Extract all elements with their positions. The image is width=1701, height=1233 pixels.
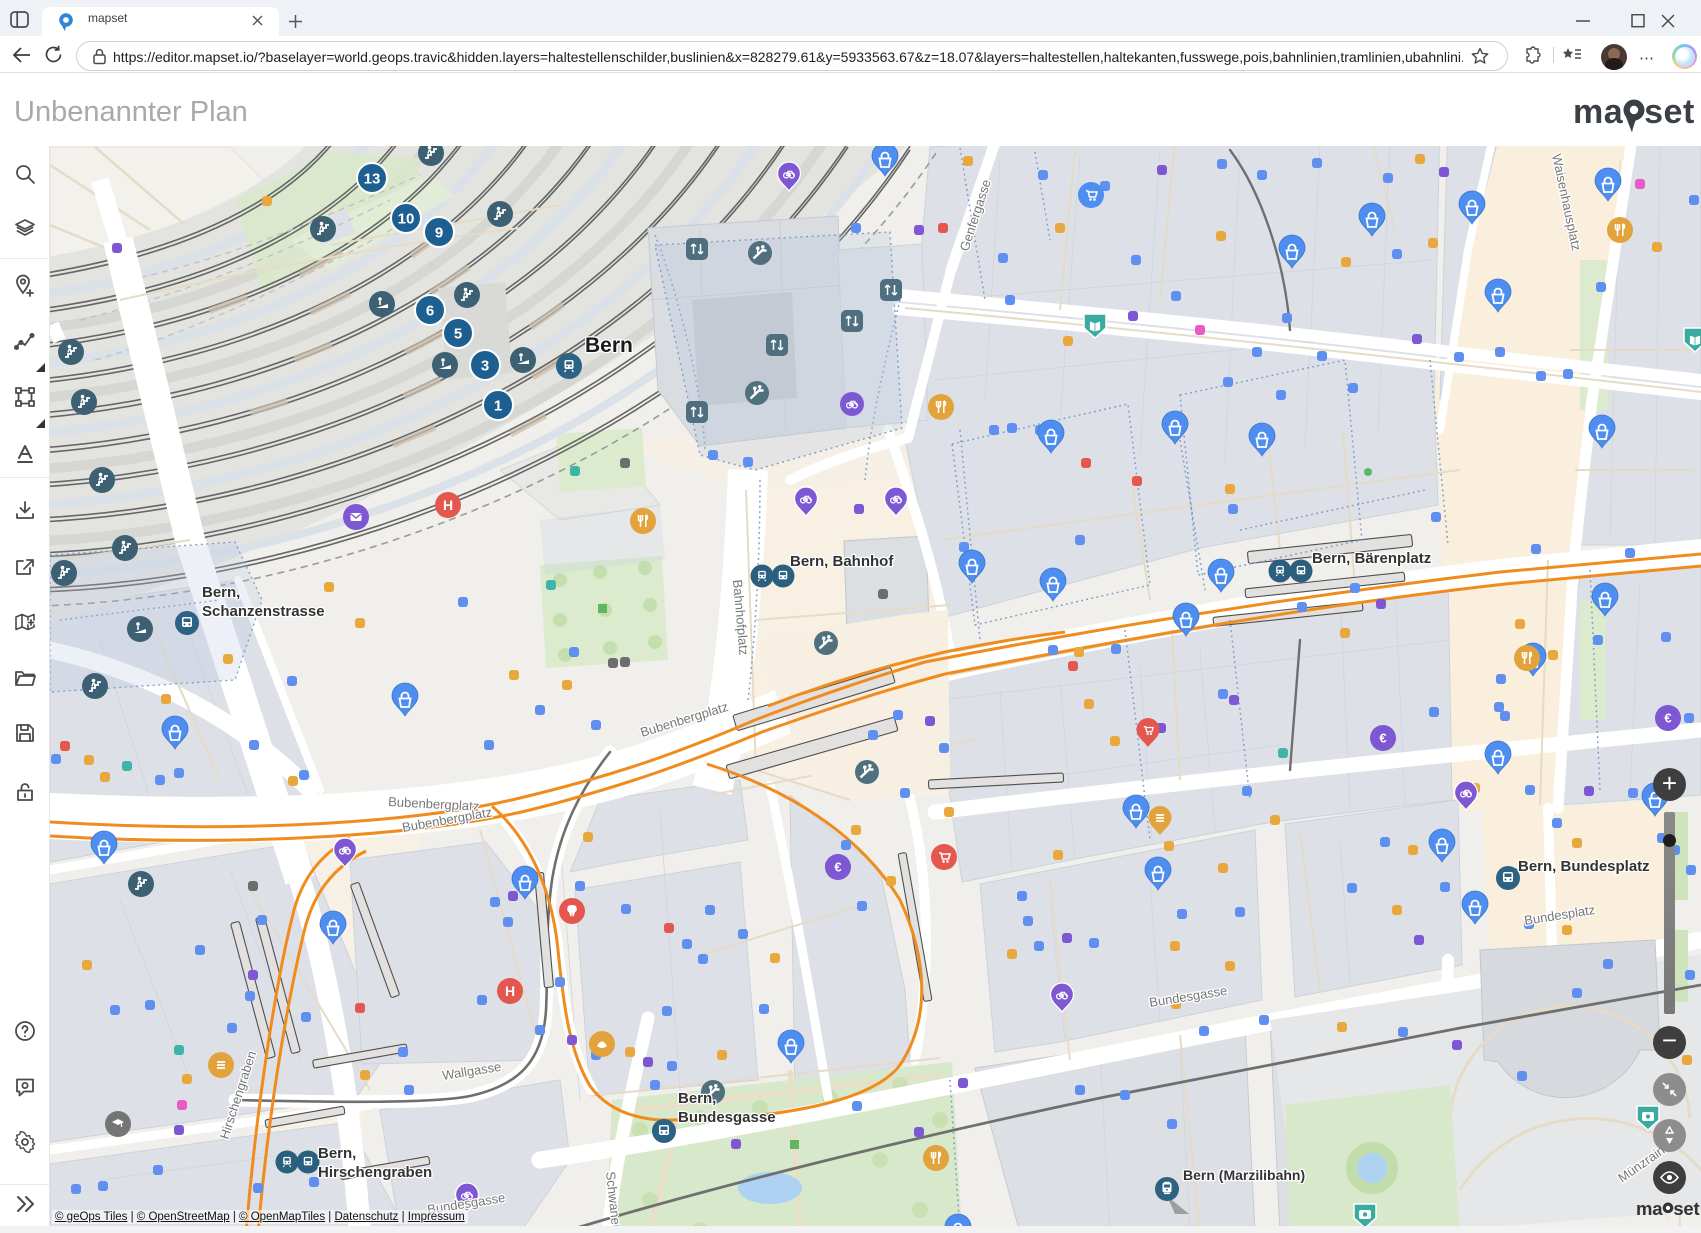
svg-text:10: 10 bbox=[398, 211, 415, 228]
svg-text:Bundesgasse: Bundesgasse bbox=[678, 1109, 776, 1126]
svg-text:€: € bbox=[834, 860, 841, 875]
svg-text:€: € bbox=[1379, 731, 1386, 746]
svg-text:5: 5 bbox=[454, 326, 462, 343]
svg-text:H: H bbox=[443, 497, 453, 513]
svg-text:Bern, Bundesplatz: Bern, Bundesplatz bbox=[1518, 858, 1650, 875]
svg-text:Bern, Bärenplatz: Bern, Bärenplatz bbox=[1312, 550, 1431, 567]
svg-text:Bern (Marzilibahn): Bern (Marzilibahn) bbox=[1183, 1167, 1305, 1183]
svg-text:3: 3 bbox=[481, 358, 489, 375]
svg-text:Bern,: Bern, bbox=[318, 1145, 356, 1162]
svg-text:Bern: Bern bbox=[585, 334, 633, 357]
svg-text:6: 6 bbox=[426, 303, 434, 320]
svg-text:1: 1 bbox=[494, 398, 502, 415]
svg-text:Bern, Bahnhof: Bern, Bahnhof bbox=[790, 553, 894, 570]
svg-text:9: 9 bbox=[435, 225, 443, 242]
svg-text:Bern,: Bern, bbox=[202, 584, 240, 601]
svg-text:13: 13 bbox=[364, 171, 381, 188]
svg-text:H: H bbox=[505, 983, 515, 999]
svg-text:Bern,: Bern, bbox=[678, 1090, 716, 1107]
svg-text:Hirschengraben: Hirschengraben bbox=[318, 1164, 432, 1181]
svg-text:Schanzenstrasse: Schanzenstrasse bbox=[202, 603, 325, 620]
svg-text:€: € bbox=[1664, 711, 1671, 726]
